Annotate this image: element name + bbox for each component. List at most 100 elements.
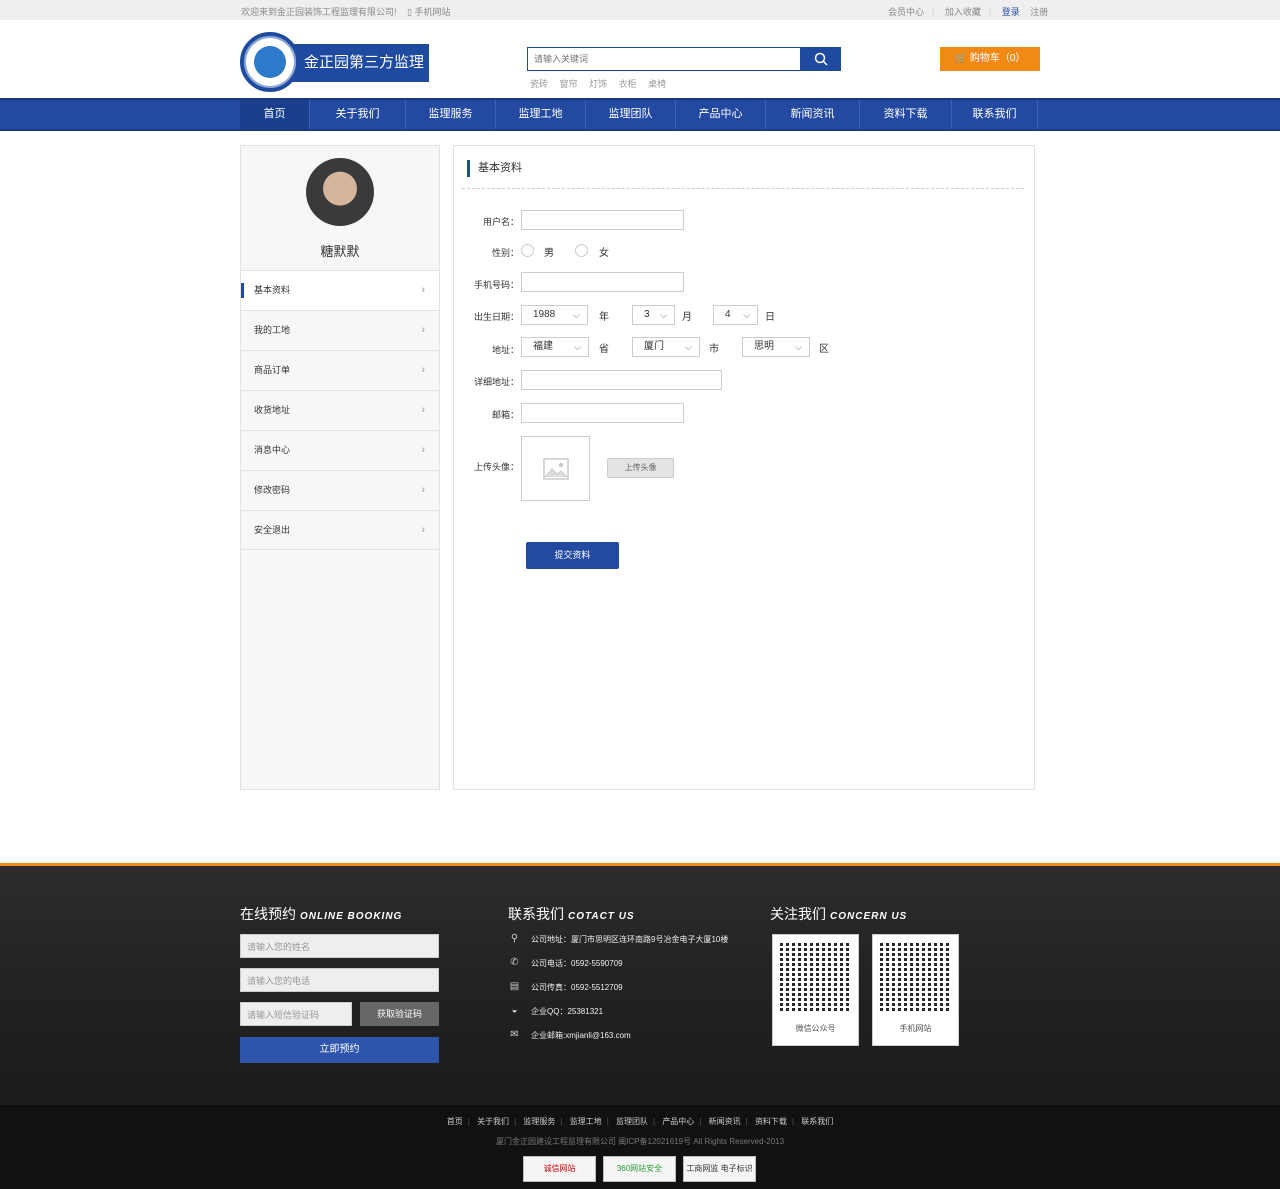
cart-label: 购物车（0） [969,53,1026,64]
footer-link[interactable]: 监理团队 [616,1117,648,1126]
gender-male-radio[interactable] [521,244,534,257]
menu-item-label: 修改密码 [254,485,291,495]
logo[interactable]: 金正园第三方监理 [240,32,430,92]
birth-month-select[interactable]: 3 ⌵ [632,305,675,325]
email-label: 邮箱： [491,410,519,420]
hotword[interactable]: 窗帘 [560,79,578,89]
day-unit: 日 [765,312,775,323]
menu-item-my-sites[interactable]: 我的工地 › [241,310,439,350]
birth-year-select[interactable]: 1988 ⌵ [521,305,588,325]
cart-button[interactable]: 🛒 购物车（0） [940,47,1040,71]
menu-item-label: 基本资料 [254,285,291,295]
menu-item-label: 消息中心 [254,445,291,455]
menu-item-label: 我的工地 [254,325,291,335]
footer-link[interactable]: 关于我们 [477,1117,509,1126]
commerce-badge[interactable]: 工商网监 电子标识 [683,1156,756,1182]
menu-item-profile[interactable]: 基本资料 › [241,270,439,310]
avatar [306,158,374,226]
add-favorite-link[interactable]: 加入收藏 [945,7,981,17]
avatar-upload-label: 上传头像： [473,462,519,472]
booking-phone-input[interactable]: 请输入您的电话 [240,968,439,992]
contact-title: 联系我们 [508,906,564,922]
contact-qq: 企业QQ：25381321 [531,1007,604,1016]
nav-service[interactable]: 监理服务 [406,100,496,129]
hot-keywords: 瓷砖 窗帘 灯饰 衣柜 桌椅 [530,77,675,90]
city-unit: 市 [709,344,719,355]
city-select[interactable]: 厦门 ⌵ [632,337,700,357]
gender-female-radio[interactable] [575,244,588,257]
menu-item-messages[interactable]: 消息中心 › [241,430,439,470]
chevron-right-icon: › [421,364,425,376]
district-select[interactable]: 思明 ⌵ [742,337,810,357]
booking-code-input[interactable]: 请输入短信验证码 [240,1002,352,1026]
follow-heading: 关注我们 CONCERN US [770,904,907,924]
top-bar: 欢迎来到金正园装饰工程监理有限公司! ▯ 手机网站 会员中心 | 加入收藏 | 登录… [0,0,1280,20]
submit-profile-button[interactable]: 提交资料 [526,542,619,569]
chevron-right-icon: › [421,284,425,296]
nav-contact[interactable]: 联系我们 [952,100,1038,129]
nav-home[interactable]: 首页 [240,100,310,129]
get-code-button[interactable]: 获取验证码 [360,1002,439,1026]
province-unit: 省 [599,344,609,355]
nav-news[interactable]: 新闻资讯 [766,100,860,129]
nav-sites[interactable]: 监理工地 [496,100,586,129]
menu-item-password[interactable]: 修改密码 › [241,470,439,510]
province-select[interactable]: 福建 ⌵ [521,337,589,357]
phone-input[interactable] [521,272,684,292]
search-input[interactable] [527,47,801,71]
email-input[interactable] [521,403,684,423]
username-input[interactable] [521,210,684,230]
booking-title: 在线预约 [240,906,296,922]
nav-team[interactable]: 监理团队 [586,100,676,129]
trust-badge[interactable]: 诚信网站 [523,1156,596,1182]
search-button[interactable] [801,47,841,71]
booking-name-input[interactable]: 请输入您的姓名 [240,934,439,958]
nav-downloads[interactable]: 资料下载 [860,100,952,129]
register-link[interactable]: 注册 [1030,7,1048,17]
contact-address: 公司地址：厦门市思明区连环南路9号冶金电子大厦10楼 [531,935,729,944]
chevron-right-icon: › [421,324,425,336]
district-unit: 区 [819,344,829,355]
province-value: 福建 [533,341,553,352]
gender-female-label: 女 [599,248,609,259]
mobile-site-link[interactable]: ▯ 手机网站 [407,5,450,18]
birth-day-select[interactable]: 4 ⌵ [713,305,758,325]
booking-title-en: ONLINE BOOKING [300,911,403,922]
menu-item-label: 安全退出 [254,525,291,535]
footer-link[interactable]: 新闻资讯 [709,1117,741,1126]
upload-avatar-button[interactable]: 上传头像 [607,458,674,478]
hotword[interactable]: 桌椅 [648,79,666,89]
year-unit: 年 [599,312,609,323]
address-label: 地址： [491,345,519,355]
hotword[interactable]: 灯饰 [589,79,607,89]
footer-link[interactable]: 资料下载 [755,1117,787,1126]
district-value: 思明 [754,341,774,352]
chevron-right-icon: › [421,404,425,416]
menu-item-logout[interactable]: 安全退出 › [241,510,439,550]
footer-link[interactable]: 联系我们 [801,1117,833,1126]
user-menu: 基本资料 › 我的工地 › 商品订单 › 收货地址 › 消息中心 › 修改密码 › 安全退出… [241,270,439,550]
footer-link[interactable]: 首页 [447,1117,463,1126]
member-center-link[interactable]: 会员中心 [888,7,924,17]
menu-item-orders[interactable]: 商品订单 › [241,350,439,390]
month-unit: 月 [682,312,692,323]
footer-link[interactable]: 产品中心 [662,1117,694,1126]
login-link[interactable]: 登录 [1002,7,1020,17]
footer-link[interactable]: 监理服务 [523,1117,555,1126]
mail-icon: ✉ [510,1029,519,1040]
menu-item-address[interactable]: 收货地址 › [241,390,439,430]
city-value: 厦门 [644,341,664,352]
menu-item-label: 收货地址 [254,405,291,415]
follow-title-en: CONCERN US [830,911,908,922]
detail-address-input[interactable] [521,370,722,390]
hotword[interactable]: 衣柜 [619,79,637,89]
menu-item-label: 商品订单 [254,365,291,375]
chevron-down-icon: ⌵ [685,342,692,352]
footer-links: 首页 | 关于我们 | 监理服务 | 监理工地 | 监理团队 | 产品中心 | 新闻资讯 | … [446,1117,834,1126]
book-now-button[interactable]: 立即预约 [240,1037,439,1063]
footer-link[interactable]: 监理工地 [570,1117,602,1126]
nav-products[interactable]: 产品中心 [676,100,766,129]
security-badge[interactable]: 360网站安全 [603,1156,676,1182]
hotword[interactable]: 瓷砖 [530,79,548,89]
nav-about[interactable]: 关于我们 [310,100,406,129]
